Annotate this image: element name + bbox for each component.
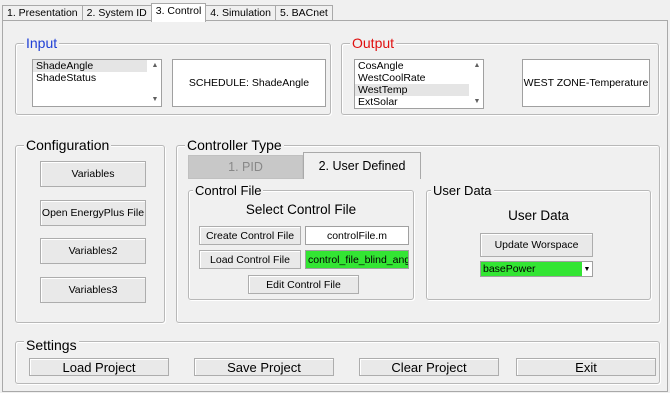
scroll-up-icon[interactable]: ▲ xyxy=(148,60,161,72)
controller-type-title: Controller Type xyxy=(185,136,284,154)
output-listbox[interactable]: CosAngle WestCoolRate WestTemp ExtSolar … xyxy=(354,59,484,109)
open-energyplus-button[interactable]: Open EnergyPlus File xyxy=(40,200,146,226)
exit-button[interactable]: Exit xyxy=(516,358,656,376)
user-data-title: User Data xyxy=(431,182,494,200)
output-title: Output xyxy=(350,34,397,52)
variables2-button[interactable]: Variables2 xyxy=(40,238,146,264)
settings-group: Settings Load Project Save Project Clear… xyxy=(15,336,660,384)
load-project-button[interactable]: Load Project xyxy=(29,358,169,376)
output-display: WEST ZONE-Temperature xyxy=(522,59,650,107)
controller-type-group: Controller Type 1. PID 2. User Defined C… xyxy=(176,136,660,323)
settings-title: Settings xyxy=(24,336,79,354)
chevron-down-icon[interactable]: ▼ xyxy=(582,262,592,276)
control-file-title: Control File xyxy=(193,182,264,200)
scroll-down-icon[interactable]: ▼ xyxy=(148,94,161,106)
control-panel: Input ShadeAngle ShadeStatus ▲ ▼ SCHEDUL… xyxy=(2,20,668,392)
list-item[interactable]: ShadeAngle xyxy=(33,60,161,72)
scroll-up-icon[interactable]: ▲ xyxy=(470,60,483,72)
input-listbox[interactable]: ShadeAngle ShadeStatus ▲ ▼ xyxy=(32,59,162,107)
list-item[interactable]: WestTemp xyxy=(355,84,483,96)
load-control-file-button[interactable]: Load Control File xyxy=(199,250,301,269)
input-display: SCHEDULE: ShadeAngle xyxy=(172,59,326,107)
tab-pid[interactable]: 1. PID xyxy=(188,155,303,179)
user-data-selected: basePower xyxy=(483,263,536,275)
create-control-file-field[interactable]: controlFile.m xyxy=(305,226,409,245)
list-item[interactable]: ShadeStatus xyxy=(33,72,161,84)
update-workspace-button[interactable]: Update Worspace xyxy=(480,233,593,257)
clear-project-button[interactable]: Clear Project xyxy=(359,358,499,376)
user-data-group: User Data User Data Update Worspace base… xyxy=(426,182,651,300)
configuration-group: Configuration Variables Open EnergyPlus … xyxy=(15,136,165,323)
control-file-group: Control File Select Control File Create … xyxy=(188,182,414,300)
list-item[interactable]: WestCoolRate xyxy=(355,72,483,84)
list-item[interactable]: CosAngle xyxy=(355,60,483,72)
save-project-button[interactable]: Save Project xyxy=(194,358,334,376)
output-scrollbar[interactable]: ▲ ▼ xyxy=(469,60,483,108)
select-control-file-heading: Select Control File xyxy=(245,202,357,217)
user-data-heading: User Data xyxy=(508,208,569,223)
user-data-select[interactable]: basePower ▼ xyxy=(480,261,593,277)
variables3-button[interactable]: Variables3 xyxy=(40,277,146,303)
configuration-title: Configuration xyxy=(24,136,112,154)
input-title: Input xyxy=(24,34,60,52)
scroll-down-icon[interactable]: ▼ xyxy=(470,96,483,108)
edit-control-file-button[interactable]: Edit Control File xyxy=(248,275,359,294)
output-group: Output CosAngle WestCoolRate WestTemp Ex… xyxy=(341,34,659,115)
create-control-file-button[interactable]: Create Control File xyxy=(199,226,301,245)
tab-strip: 1. Presentation 2. System ID 3. Control … xyxy=(2,3,333,22)
tab-user-defined[interactable]: 2. User Defined xyxy=(303,152,421,179)
load-control-file-field[interactable]: control_file_blind_angl xyxy=(305,250,409,269)
input-group: Input ShadeAngle ShadeStatus ▲ ▼ SCHEDUL… xyxy=(15,34,331,115)
list-item[interactable]: ExtSolar xyxy=(355,96,483,108)
tab-control[interactable]: 3. Control xyxy=(150,3,207,22)
variables-button[interactable]: Variables xyxy=(40,161,146,187)
input-scrollbar[interactable]: ▲ ▼ xyxy=(147,60,161,106)
